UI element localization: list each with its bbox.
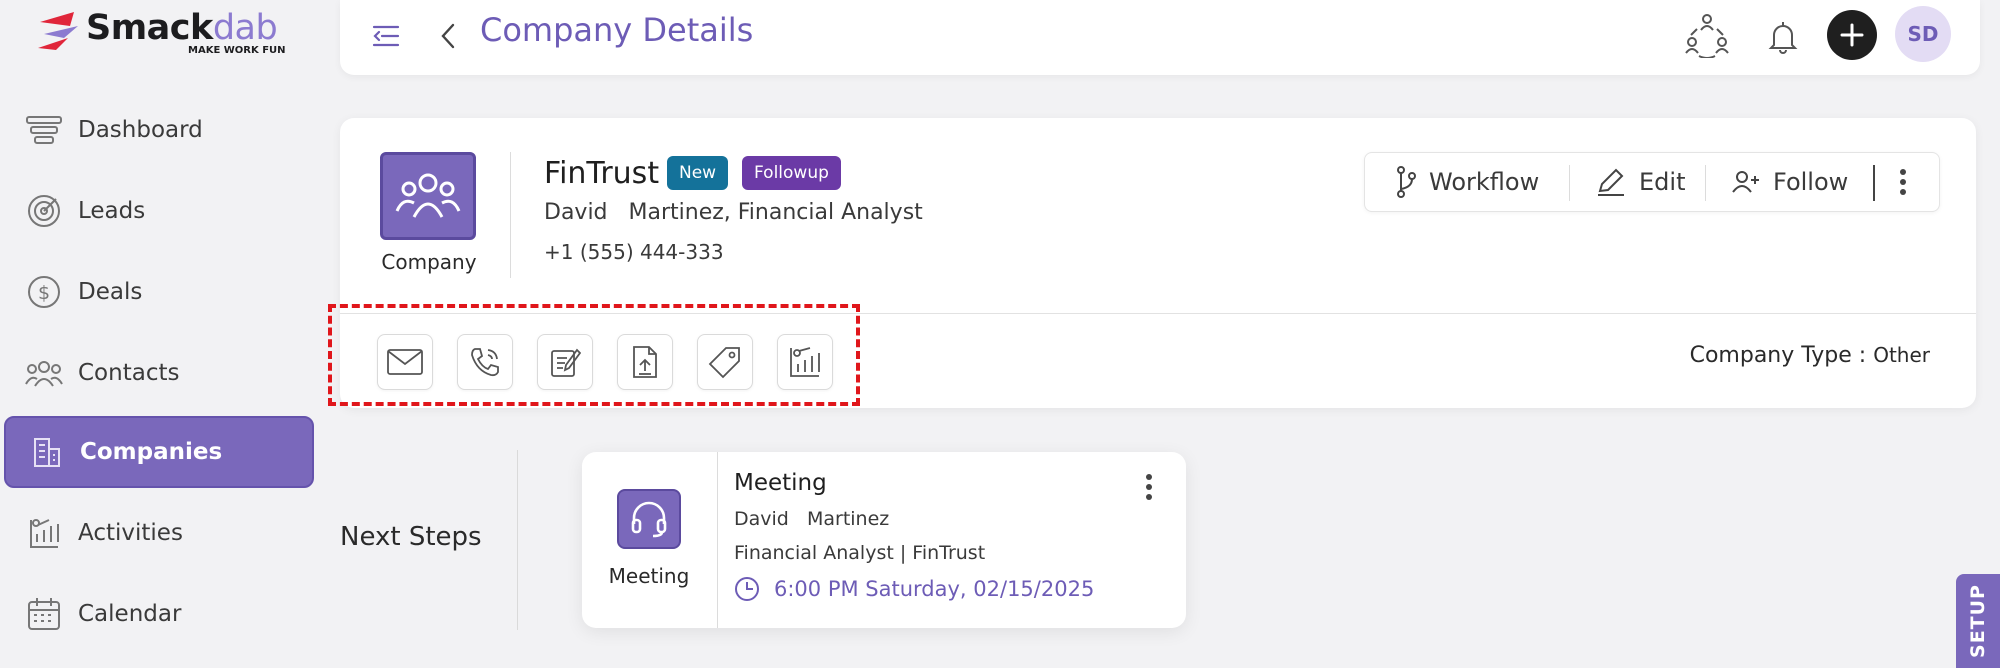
add-note-button[interactable] [537,334,593,390]
edit-label: Edit [1639,168,1686,196]
sidebar-item-leads[interactable]: Leads [4,175,314,247]
company-type: Company Type : Other [1690,343,1930,368]
company-name: FinTrust [544,156,660,191]
sidebar-item-companies[interactable]: Companies [4,416,314,488]
collapse-sidebar-icon[interactable] [364,14,408,58]
divider [510,152,511,278]
company-type-label: Company Type : [1689,343,1874,368]
company-type-value: Other [1873,343,1930,367]
kebab-menu-icon [1900,169,1906,195]
sidebar: Smackdab MAKE WORK FUN Dashboard Leads $… [0,0,330,668]
meeting-card[interactable]: Meeting Meeting David Martinez Financial… [582,452,1186,628]
edit-button[interactable]: Edit [1595,153,1685,211]
activity-chart-icon [790,347,820,377]
email-icon [387,349,423,375]
company-action-bar: Workflow Edit Follow [1364,152,1940,212]
upload-file-button[interactable] [617,334,673,390]
meeting-person: David Martinez [734,508,890,530]
meeting-role: Financial Analyst | FinTrust [734,542,986,564]
divider [1873,165,1875,201]
sidebar-item-activities[interactable]: Activities [4,497,314,569]
back-arrow-icon[interactable] [426,14,470,58]
add-tag-button[interactable] [697,334,753,390]
add-new-button[interactable] [1827,10,1877,60]
pencil-icon [1598,168,1624,196]
phone-icon [471,348,499,377]
sidebar-item-label: Companies [80,439,223,465]
meeting-title: Meeting [734,470,827,496]
kebab-menu-icon [1146,474,1152,500]
note-icon [551,348,581,377]
sidebar-item-label: Deals [78,279,143,305]
smackdab-logo-icon [38,12,78,50]
divider [1705,165,1706,201]
sidebar-item-label: Leads [78,198,146,224]
brand-logo[interactable]: Smackdab MAKE WORK FUN [34,8,286,56]
company-contact: David Martinez, Financial Analyst [544,200,923,225]
plus-icon [1840,23,1864,47]
send-email-button[interactable] [377,334,433,390]
brand-tagline: MAKE WORK FUN [188,45,286,56]
building-icon [26,432,66,472]
workflow-button[interactable]: Workflow [1395,153,1539,211]
dollar-icon: $ [24,272,64,312]
calendar-icon [24,594,64,634]
sidebar-item-dashboard[interactable]: Dashboard [4,94,314,166]
team-network-icon[interactable] [1680,8,1734,62]
contacts-icon [24,353,64,393]
sidebar-item-calendar[interactable]: Calendar [4,578,314,650]
sidebar-item-label: Dashboard [78,117,203,143]
divider [717,452,718,628]
next-steps-label: Next Steps [340,522,482,552]
brand-name: Smackdab [86,8,278,48]
company-avatar [380,152,476,240]
page-title: Company Details [480,11,754,49]
follow-button[interactable]: Follow [1731,153,1848,211]
add-activity-button[interactable] [777,334,833,390]
company-group-icon [395,173,461,218]
sidebar-item-label: Calendar [78,601,182,627]
status-badge-followup: Followup [742,156,841,190]
sidebar-item-label: Activities [78,520,183,546]
more-options-button[interactable] [1887,153,1931,211]
add-user-icon [1732,171,1759,193]
sidebar-item-contacts[interactable]: Contacts [4,337,314,409]
company-details-card: Company FinTrust New Followup David Mart… [328,118,1976,408]
meeting-icon-label: Meeting [608,564,690,588]
company-phone: +1 (555) 444-333 [544,240,724,264]
headset-icon [631,501,667,538]
meeting-avatar [617,489,681,549]
sidebar-item-deals[interactable]: $ Deals [4,256,314,328]
sidebar-item-label: Contacts [78,360,180,386]
log-call-button[interactable] [457,334,513,390]
user-avatar[interactable]: SD [1895,6,1951,62]
tag-icon [708,347,740,379]
meeting-datetime: 6:00 PM Saturday, 02/15/2025 [734,576,1094,602]
meeting-more-button[interactable] [1134,470,1164,504]
divider [517,450,518,630]
divider [1569,165,1570,201]
upload-file-icon [633,346,657,378]
activities-icon [24,513,64,553]
clock-icon [735,577,759,601]
notification-bell-icon[interactable] [1760,14,1806,60]
setup-tab-label: SETUP [1967,584,1990,658]
workflow-branch-icon [1397,166,1416,198]
target-icon [24,191,64,231]
company-icon-label: Company [381,250,477,274]
svg-text:$: $ [38,282,50,304]
follow-label: Follow [1773,168,1849,196]
setup-tab[interactable]: SETUP [1956,574,2000,668]
status-badge-new: New [667,156,729,190]
top-header: Company Details SD [340,0,1980,75]
workflow-label: Workflow [1429,168,1540,196]
meeting-datetime-text: 6:00 PM Saturday, 02/15/2025 [774,577,1095,601]
dashboard-icon [24,110,64,150]
